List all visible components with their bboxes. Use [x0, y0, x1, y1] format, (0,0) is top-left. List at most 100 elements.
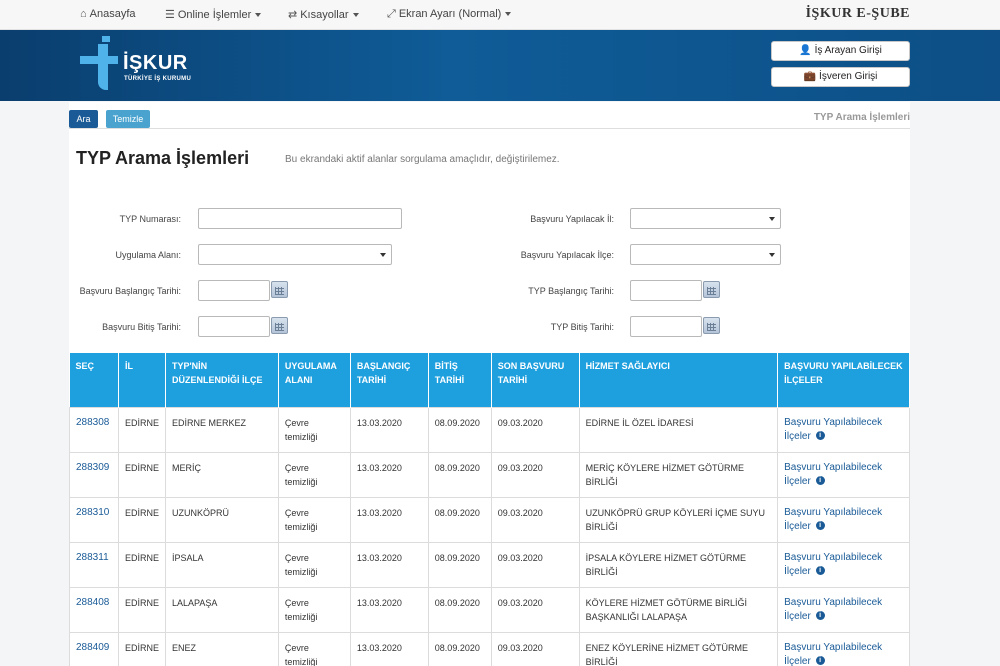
select-link[interactable]: 288308: [69, 406, 119, 453]
cell-end-date: 08.09.2020: [427, 496, 492, 543]
briefcase-icon: 💼: [803, 71, 817, 82]
nav-home-label: Anasayfa: [89, 8, 136, 20]
apply-district-label: Başvuru Yapılacak İlçe:: [520, 250, 614, 260]
cell-province: EDİRNE: [117, 586, 167, 633]
select-link[interactable]: 288310: [69, 496, 119, 543]
cell-province: EDİRNE: [117, 631, 167, 666]
apply-start-date-label: Başvuru Başlangıç Tarihi:: [79, 286, 181, 296]
cell-provider: ENEZ KÖYLERİNE HİZMET GÖTÜRME BİRLİĞİ: [578, 631, 779, 666]
nav-home[interactable]: ⌂ Anasayfa: [80, 8, 136, 20]
calendar-icon[interactable]: [271, 317, 288, 334]
cell-start-date: 13.03.2020: [349, 451, 429, 498]
cell-end-date: 08.09.2020: [427, 541, 492, 588]
logo-subtitle: TÜRKİYE İŞ KURUMU: [124, 76, 192, 82]
select-link[interactable]: 288409: [69, 631, 119, 666]
calendar-icon[interactable]: [703, 281, 720, 298]
cell-start-date: 13.03.2020: [349, 586, 429, 633]
list-icon: ☰: [165, 9, 175, 21]
col-header: İL: [118, 353, 167, 407]
application-area-select[interactable]: [198, 244, 392, 265]
logo-name: İŞKUR: [123, 52, 188, 74]
calendar-icon[interactable]: [703, 317, 720, 334]
info-icon[interactable]: i: [815, 566, 825, 576]
info-icon[interactable]: i: [815, 611, 825, 621]
cell-deadline: 09.03.2020: [490, 631, 580, 666]
eligible-districts-link[interactable]: Başvuru Yapılabilecek İlçeler i: [777, 451, 910, 498]
apply-start-date-input[interactable]: [198, 280, 270, 301]
eligible-districts-label: Başvuru Yapılabilecek İlçeler: [784, 461, 883, 487]
apply-province-select[interactable]: [630, 208, 781, 229]
cell-deadline: 09.03.2020: [490, 406, 580, 453]
employer-login-button[interactable]: 💼 İşveren Girişi: [771, 67, 910, 87]
eligible-districts-label: Başvuru Yapılabilecek İlçeler: [784, 416, 883, 442]
nav-shortcuts-label: Kısayollar: [300, 9, 349, 21]
col-header: TYP'NİN DÜZENLENDİĞİ İLÇE: [165, 353, 279, 407]
search-button[interactable]: Ara: [69, 110, 98, 128]
cell-area: Çevre temizliği: [277, 406, 351, 453]
select-link[interactable]: 288309: [69, 451, 119, 498]
dropdown-arrow-icon: [769, 217, 775, 221]
clear-button[interactable]: Temizle: [106, 110, 150, 128]
cell-area: Çevre temizliği: [277, 631, 351, 666]
calendar-icon[interactable]: [271, 281, 288, 298]
typ-end-date-input[interactable]: [630, 316, 702, 337]
table-header-row: SEÇ İL TYP'NİN DÜZENLENDİĞİ İLÇE UYGULAM…: [69, 353, 910, 407]
cell-area: Çevre temizliği: [277, 496, 351, 543]
typ-start-date-label: TYP Başlangıç Tarihi:: [528, 286, 614, 296]
cell-start-date: 13.03.2020: [349, 631, 429, 666]
col-header: SON BAŞVURU TARİHİ: [491, 353, 580, 407]
col-header: BAŞLANGIÇ TARİHİ: [350, 353, 429, 407]
nav-shortcuts[interactable]: ⇄ Kısayollar: [288, 8, 359, 21]
chevron-down-icon: [505, 12, 512, 17]
apply-district-select[interactable]: [630, 244, 781, 265]
expand-icon: ⤢: [387, 8, 396, 20]
eligible-districts-link[interactable]: Başvuru Yapılabilecek İlçeler i: [777, 496, 910, 543]
job-seeker-login-button[interactable]: 👤 İş Arayan Girişi: [771, 41, 910, 61]
cell-province: EDİRNE: [117, 496, 167, 543]
info-icon[interactable]: i: [815, 521, 825, 531]
table-row: 288408 EDİRNE LALAPAŞA Çevre temizliği 1…: [69, 586, 910, 633]
dropdown-arrow-icon: [380, 253, 386, 257]
cell-province: EDİRNE: [117, 541, 167, 588]
cell-deadline: 09.03.2020: [490, 541, 580, 588]
select-link[interactable]: 288311: [69, 541, 119, 588]
info-icon[interactable]: i: [815, 476, 825, 486]
cell-district: MERİÇ: [165, 451, 279, 498]
eligible-districts-link[interactable]: Başvuru Yapılabilecek İlçeler i: [777, 631, 910, 666]
table-row: 288311 EDİRNE İPSALA Çevre temizliği 13.…: [69, 541, 910, 588]
top-navbar: ⌂ Anasayfa ☰ Online İşlemler ⇄ Kısayollar ⤢…: [0, 0, 1000, 30]
results-table: SEÇ İL TYP'NİN DÜZENLENDİĞİ İLÇE UYGULAM…: [69, 353, 910, 666]
nav-online-ops[interactable]: ☰ Online İşlemler: [165, 8, 262, 21]
cell-start-date: 13.03.2020: [349, 406, 429, 453]
col-header: SEÇ: [69, 353, 119, 407]
nav-display-label: Ekran Ayarı (Normal): [398, 8, 502, 20]
info-icon[interactable]: i: [815, 431, 825, 441]
cell-area: Çevre temizliği: [277, 541, 351, 588]
eligible-districts-link[interactable]: Başvuru Yapılabilecek İlçeler i: [777, 406, 910, 453]
iskur-logo[interactable]: İŞKUR TÜRKİYE İŞ KURUMU: [80, 36, 200, 92]
typ-end-date-label: TYP Bitiş Tarihi:: [550, 322, 614, 332]
apply-province-label: Başvuru Yapılacak İl:: [530, 214, 614, 224]
cell-end-date: 08.09.2020: [427, 451, 492, 498]
cell-provider: İPSALA KÖYLERE HİZMET GÖTÜRME BİRLİĞİ: [578, 541, 779, 588]
cell-provider: UZUNKÖPRÜ GRUP KÖYLERİ İÇME SUYU BİRLİĞİ: [578, 496, 779, 543]
info-icon[interactable]: i: [815, 656, 825, 666]
main-panel: Ara Temizle TYP Arama İşlemleri TYP Aram…: [69, 102, 910, 666]
toolbar: Ara Temizle TYP Arama İşlemleri: [69, 110, 910, 130]
nav-display-settings[interactable]: ⤢ Ekran Ayarı (Normal): [387, 8, 512, 21]
shuffle-icon: ⇄: [288, 9, 298, 21]
select-link[interactable]: 288408: [69, 586, 119, 633]
cell-deadline: 09.03.2020: [490, 451, 580, 498]
job-seeker-login-label: İş Arayan Girişi: [814, 45, 882, 56]
typ-number-input[interactable]: [198, 208, 402, 229]
eligible-districts-link[interactable]: Başvuru Yapılabilecek İlçeler i: [777, 586, 910, 633]
eligible-districts-link[interactable]: Başvuru Yapılabilecek İlçeler i: [777, 541, 910, 588]
apply-end-date-input[interactable]: [198, 316, 270, 337]
typ-start-date-input[interactable]: [630, 280, 702, 301]
apply-end-date-label: Başvuru Bitiş Tarihi:: [102, 322, 181, 332]
header-banner: İŞKUR TÜRKİYE İŞ KURUMU 👤 İş Arayan Giriş…: [0, 30, 1000, 101]
cell-district: LALAPAŞA: [165, 586, 279, 633]
cell-district: ENEZ: [165, 631, 279, 666]
col-header: HİZMET SAĞLAYICI: [579, 353, 779, 407]
chevron-down-icon: [255, 13, 262, 18]
